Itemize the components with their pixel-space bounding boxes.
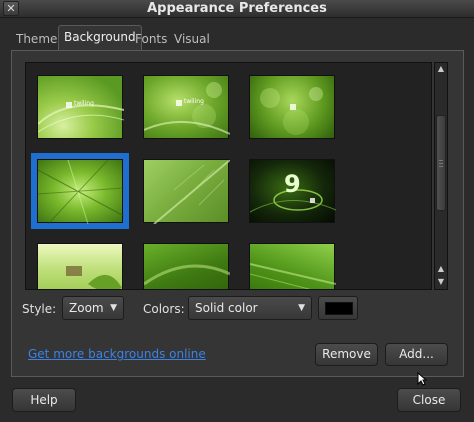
tab-fonts[interactable]: Fonts	[130, 28, 172, 50]
remove-button[interactable]: Remove	[315, 343, 378, 366]
tab-theme[interactable]: Theme	[11, 28, 62, 50]
scrollbar-grip	[439, 163, 443, 164]
wallpaper-thumb-4-selected[interactable]	[31, 153, 129, 229]
add-button[interactable]: Add...	[385, 343, 448, 366]
title-bar: ✕ Appearance Preferences	[0, 0, 474, 18]
wallpaper-7-leaf	[66, 266, 122, 289]
wallpaper-4-veins	[38, 160, 124, 224]
wallpaper-gallery[interactable]: twiling twiling 9	[25, 62, 432, 290]
scroll-up-arrow-icon[interactable]: ▲	[435, 63, 447, 75]
tab-visual-effects[interactable]: Visual Effects	[169, 28, 220, 68]
get-more-backgrounds-link[interactable]: Get more backgrounds online	[28, 347, 206, 361]
chevron-down-icon: ▼	[110, 303, 117, 313]
close-button[interactable]: Close	[397, 388, 461, 412]
wallpaper-5-leaf	[153, 160, 230, 224]
scrollbar-thumb[interactable]	[436, 115, 446, 211]
color-picker-button[interactable]	[318, 296, 358, 320]
scroll-up-arrow-icon[interactable]: ▲	[435, 263, 447, 275]
wallpaper-6-numeral: 9	[284, 170, 301, 198]
wallpaper-thumb-9[interactable]	[249, 243, 336, 289]
colors-dropdown-value: Solid color	[195, 301, 258, 315]
wallpaper-1-logo-text: twiling	[74, 100, 94, 107]
wallpaper-thumb-5[interactable]	[143, 159, 230, 224]
color-swatch	[325, 302, 353, 315]
wallpaper-thumb-7[interactable]	[37, 243, 123, 289]
wallpaper-thumb-1[interactable]: twiling	[37, 75, 124, 139]
wallpaper-thumb-6[interactable]: 9	[249, 159, 336, 223]
wallpaper-1-swirl	[38, 102, 124, 133]
wallpaper-9-rays	[250, 263, 336, 289]
window-title: Appearance Preferences	[147, 1, 327, 16]
wallpaper-2-logo-text: twiling	[184, 98, 204, 105]
mouse-pointer-icon	[417, 372, 427, 386]
scrollbar-grip	[439, 160, 443, 161]
wallpaper-thumb-3[interactable]	[249, 75, 335, 139]
wallpaper-thumb-2[interactable]: twiling	[143, 75, 230, 139]
wallpaper-thumb-8[interactable]	[143, 243, 230, 289]
help-button[interactable]: Help	[12, 388, 76, 412]
wallpaper-3-bokeh	[260, 87, 323, 135]
style-label: Style:	[22, 302, 57, 316]
wallpaper-8-rays	[144, 264, 230, 286]
style-dropdown-value: Zoom	[69, 301, 104, 315]
colors-dropdown[interactable]: Solid color ▼	[188, 296, 312, 320]
colors-label: Colors:	[143, 302, 185, 316]
style-dropdown[interactable]: Zoom ▼	[62, 296, 124, 320]
scrollbar-grip	[439, 166, 443, 167]
gallery-scrollbar[interactable]: ▲ ▲ ▼	[434, 62, 448, 290]
scroll-down-arrow-icon[interactable]: ▼	[435, 276, 447, 288]
wallpaper-2-bokeh	[144, 82, 230, 135]
chevron-down-icon: ▼	[298, 303, 305, 313]
